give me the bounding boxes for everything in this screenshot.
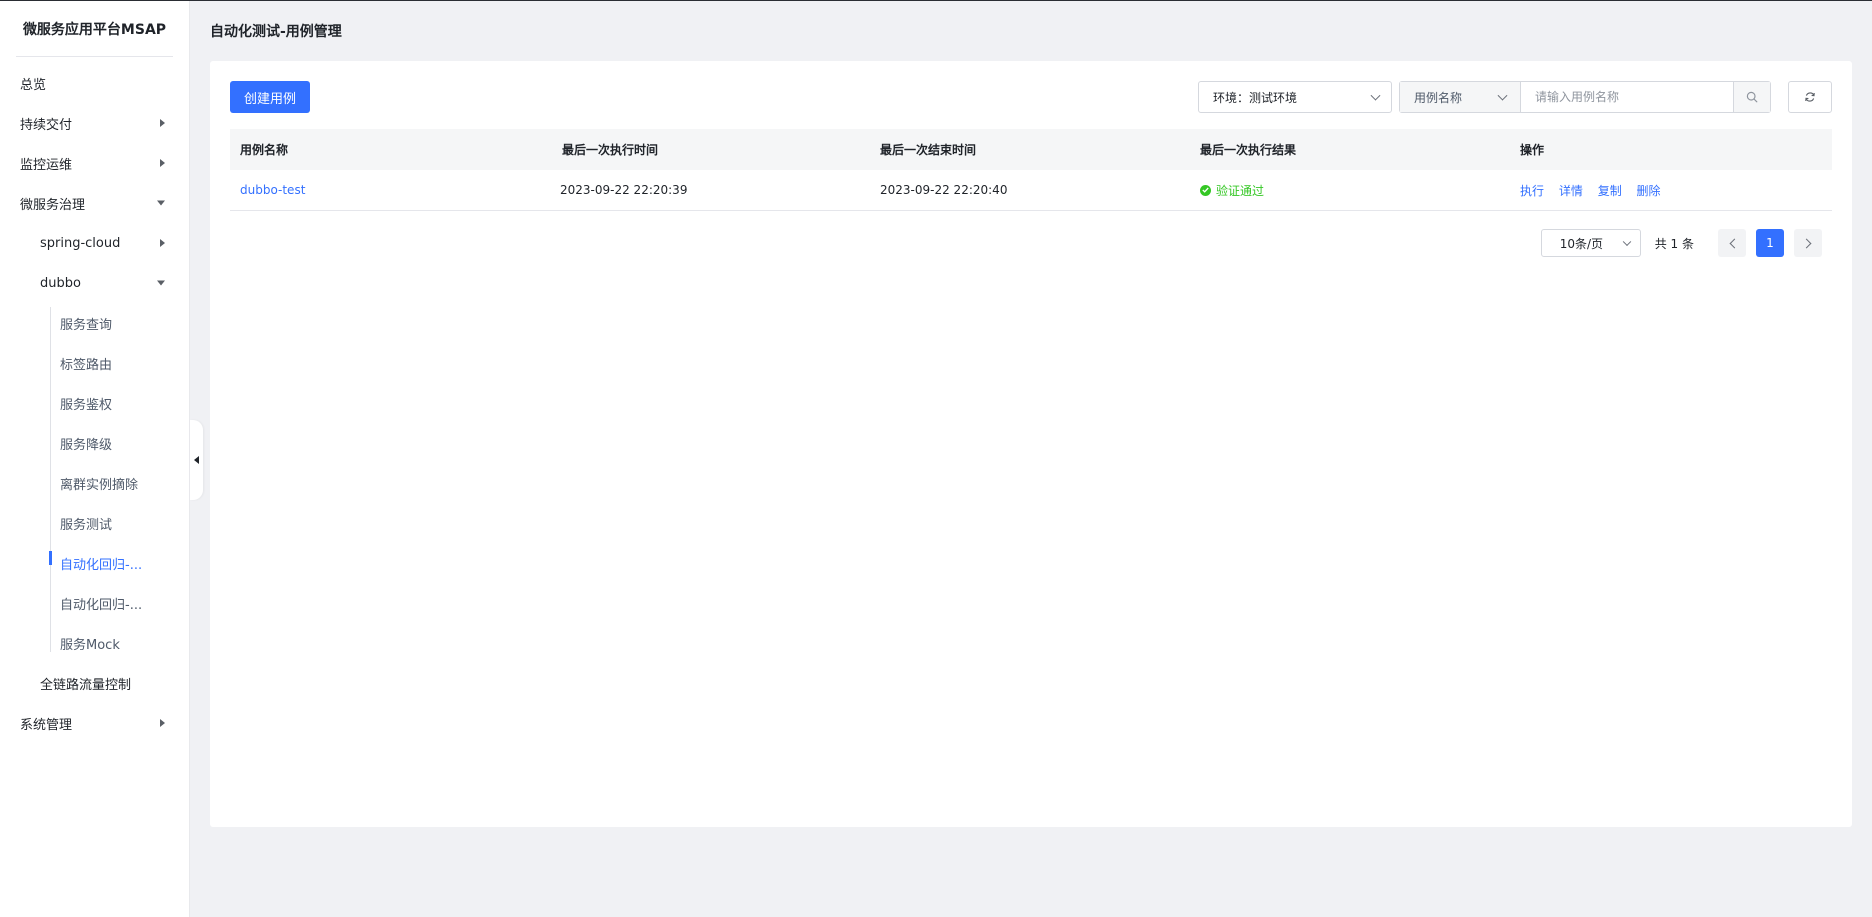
- column-header: 最后一次结束时间: [880, 143, 977, 157]
- sidebar-item-auto-regression-2[interactable]: 自动化回归-...: [0, 583, 189, 623]
- caret-down-icon: [157, 200, 165, 206]
- sidebar-item-system-management[interactable]: 系统管理: [0, 703, 189, 743]
- sidebar-item-spring-cloud[interactable]: spring-cloud: [0, 223, 189, 263]
- sidebar-item-label: 自动化回归-...: [60, 597, 143, 613]
- caret-down-icon: [157, 280, 165, 286]
- sidebar-item-label: 微服务治理: [20, 197, 86, 213]
- chevron-left-icon: [1729, 238, 1739, 248]
- submenu-guide-line: [50, 307, 51, 652]
- caret-right-icon: [160, 119, 165, 127]
- execute-action[interactable]: 执行: [1520, 184, 1544, 198]
- column-header: 操作: [1520, 143, 1545, 157]
- caret-right-icon: [160, 239, 165, 247]
- environment-select[interactable]: 环境：测试环境: [1198, 81, 1392, 113]
- table-row: dubbo-test 2023-09-22 22:20:39 2023-09-2…: [230, 170, 1832, 211]
- search-field-select[interactable]: 用例名称: [1400, 82, 1521, 112]
- next-page-button[interactable]: [1794, 229, 1822, 257]
- sidebar-item-label: 服务Mock: [60, 637, 120, 653]
- status-text: 验证通过: [1216, 183, 1265, 198]
- delete-action[interactable]: 删除: [1637, 184, 1661, 198]
- exec-time-cell: 2023-09-22 22:20:39: [560, 183, 688, 197]
- column-header: 最后一次执行结果: [1200, 143, 1297, 157]
- sidebar-item-label: 系统管理: [20, 717, 73, 733]
- status-badge: 验证通过: [1200, 182, 1510, 199]
- sidebar-item-label: 服务测试: [60, 517, 113, 533]
- sidebar-item-label: 服务降级: [60, 437, 113, 453]
- sidebar-item-label: 离群实例摘除: [60, 477, 139, 493]
- column-header: 最后一次执行时间: [562, 143, 659, 157]
- search-field-value: 用例名称: [1414, 90, 1463, 105]
- page-number-button[interactable]: 1: [1756, 229, 1784, 257]
- sidebar-item-traffic-control[interactable]: 全链路流量控制: [0, 663, 189, 703]
- sidebar-item-label: spring-cloud: [40, 235, 121, 251]
- sidebar-item-auto-regression-1[interactable]: 自动化回归-...: [0, 543, 189, 583]
- sidebar-item-monitoring[interactable]: 监控运维: [0, 143, 189, 183]
- chevron-right-icon: [1801, 238, 1811, 248]
- sidebar-item-label: 监控运维: [20, 157, 73, 173]
- sidebar-item-service-query[interactable]: 服务查询: [0, 303, 189, 343]
- search-button[interactable]: [1733, 82, 1770, 112]
- sidebar-item-label: 服务鉴权: [60, 397, 113, 413]
- sidebar-item-microservice-governance[interactable]: 微服务治理: [0, 183, 189, 223]
- page-size-select[interactable]: 10条/页: [1540, 229, 1641, 257]
- caret-left-icon: [194, 456, 199, 464]
- sidebar-item-service-mock[interactable]: 服务Mock: [0, 623, 189, 663]
- caret-right-icon: [160, 719, 165, 727]
- sidebar-item-outlier-removal[interactable]: 离群实例摘除: [0, 463, 189, 503]
- search-icon: [1746, 91, 1758, 103]
- main-card: 创建用例 环境：测试环境 用例名称 用例名称 最后一次执行时间 最后一: [210, 61, 1852, 827]
- sidebar-item-label: 总览: [20, 77, 47, 93]
- column-header: 用例名称: [240, 143, 289, 157]
- sidebar-item-label: 全链路流量控制: [40, 677, 132, 693]
- chevron-down-icon: [1370, 90, 1381, 101]
- table-header: 用例名称 最后一次执行时间 最后一次结束时间 最后一次执行结果 操作: [230, 129, 1832, 170]
- sidebar-item-dubbo[interactable]: dubbo: [0, 263, 189, 303]
- total-count: 共 1 条: [1654, 236, 1694, 251]
- create-case-button[interactable]: 创建用例: [230, 81, 310, 113]
- search-input[interactable]: [1521, 82, 1733, 112]
- sidebar-item-tag-routing[interactable]: 标签路由: [0, 343, 189, 383]
- page-title: 自动化测试-用例管理: [210, 24, 342, 40]
- chevron-down-icon: [1622, 237, 1631, 247]
- active-indicator: [49, 551, 52, 565]
- sidebar-item-service-test[interactable]: 服务测试: [0, 503, 189, 543]
- refresh-icon: [1805, 92, 1815, 102]
- end-time-cell: 2023-09-22 22:20:40: [880, 183, 1008, 197]
- pagination: 10条/页 共 1 条 1: [1540, 229, 1822, 257]
- caret-right-icon: [160, 159, 165, 167]
- sidebar: 微服务应用平台MSAP 总览 持续交付 监控运维 微服务治理 spring-cl…: [0, 1, 190, 917]
- sidebar-item-label: 服务查询: [60, 317, 113, 333]
- sidebar-item-label: dubbo: [40, 275, 81, 291]
- sidebar-menu: 总览 持续交付 监控运维 微服务治理 spring-cloud dubbo 服务…: [0, 57, 189, 743]
- sidebar-collapse-toggle[interactable]: [190, 420, 203, 500]
- prev-page-button[interactable]: [1718, 229, 1746, 257]
- sidebar-item-continuous-delivery[interactable]: 持续交付: [0, 103, 189, 143]
- details-action[interactable]: 详情: [1559, 184, 1583, 198]
- sidebar-item-overview[interactable]: 总览: [0, 63, 189, 103]
- environment-select-value: 环境：测试环境: [1213, 90, 1298, 105]
- sidebar-item-label: 标签路由: [60, 357, 113, 373]
- row-actions: 执行 详情 复制 删除: [1510, 182, 1832, 199]
- refresh-button[interactable]: [1788, 81, 1832, 113]
- sidebar-item-service-auth[interactable]: 服务鉴权: [0, 383, 189, 423]
- sidebar-item-service-degrade[interactable]: 服务降级: [0, 423, 189, 463]
- check-circle-icon: [1200, 184, 1211, 196]
- case-name-link[interactable]: dubbo-test: [240, 183, 305, 197]
- page-size-value: 10条/页: [1559, 236, 1604, 251]
- case-table: 用例名称 最后一次执行时间 最后一次结束时间 最后一次执行结果 操作 dubbo…: [230, 129, 1832, 211]
- chevron-down-icon: [1497, 90, 1508, 101]
- copy-action[interactable]: 复制: [1598, 184, 1622, 198]
- sidebar-item-label: 持续交付: [20, 117, 73, 133]
- app-brand: 微服务应用平台MSAP: [16, 1, 173, 57]
- sidebar-item-label: 自动化回归-...: [60, 557, 143, 573]
- search-group: 用例名称: [1399, 81, 1771, 113]
